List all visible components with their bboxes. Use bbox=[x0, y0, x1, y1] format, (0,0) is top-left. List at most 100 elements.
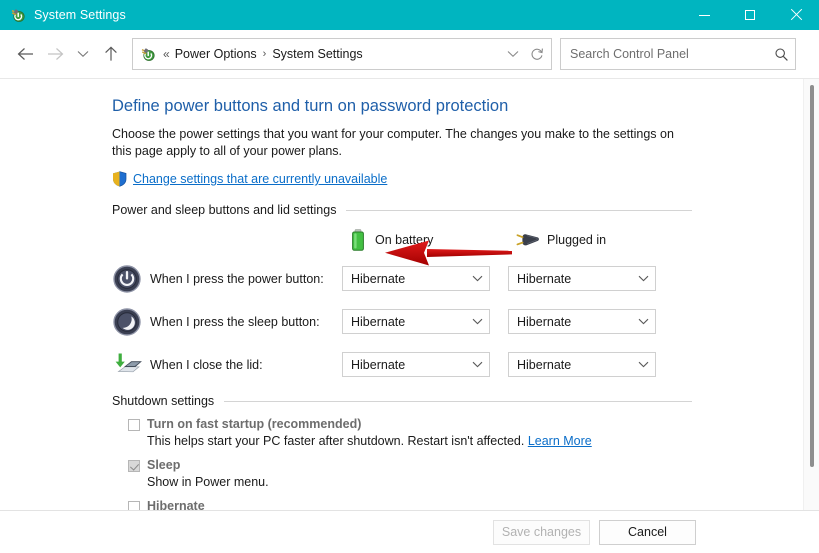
search-box[interactable] bbox=[560, 38, 796, 70]
laptop-lid-icon bbox=[112, 350, 142, 380]
search-icon[interactable] bbox=[774, 47, 789, 62]
power-section-header: Power and sleep buttons and lid settings bbox=[112, 203, 692, 217]
forward-button[interactable] bbox=[40, 39, 70, 69]
previous-locations-button[interactable] bbox=[501, 40, 525, 68]
arrow-right-icon bbox=[47, 48, 63, 60]
maximize-button[interactable] bbox=[727, 0, 773, 30]
window-controls bbox=[681, 0, 819, 30]
chevron-down-icon bbox=[638, 316, 649, 328]
column-on-battery: On battery bbox=[350, 229, 516, 251]
fast-startup-description-text: This helps start your PC faster after sh… bbox=[147, 434, 525, 448]
power-section-title: Power and sleep buttons and lid settings bbox=[112, 203, 337, 217]
sleep-label: Sleep bbox=[147, 458, 181, 472]
close-icon bbox=[790, 9, 802, 21]
sleep-button-label: When I press the sleep button: bbox=[150, 314, 320, 329]
shutdown-options: Turn on fast startup (recommended) This … bbox=[112, 417, 803, 510]
learn-more-link[interactable]: Learn More bbox=[528, 434, 592, 448]
setting-row-power-button: When I press the power button: Hibernate… bbox=[112, 257, 803, 300]
selected-value: Hibernate bbox=[517, 357, 572, 372]
content-area: Define power buttons and turn on passwor… bbox=[0, 78, 819, 510]
system-settings-window: System Settings « Power Options › System… bbox=[0, 0, 819, 553]
chevron-down-icon bbox=[638, 273, 649, 285]
control-panel-power-icon bbox=[10, 7, 26, 23]
power-button-on-battery-select[interactable]: Hibernate bbox=[342, 266, 490, 291]
selected-value: Hibernate bbox=[517, 314, 572, 329]
sleep-button-plugged-in-select[interactable]: Hibernate bbox=[508, 309, 656, 334]
back-button[interactable] bbox=[10, 39, 40, 69]
address-bar-actions bbox=[501, 40, 549, 68]
breadcrumb-item-power-options[interactable]: Power Options bbox=[175, 47, 257, 61]
selected-value: Hibernate bbox=[351, 314, 406, 329]
section-divider bbox=[224, 400, 692, 402]
chevron-down-icon bbox=[77, 51, 89, 58]
on-battery-label: On battery bbox=[375, 233, 434, 247]
selected-value: Hibernate bbox=[351, 357, 406, 372]
minimize-icon bbox=[698, 14, 710, 16]
page-description: Choose the power settings that you want … bbox=[112, 127, 674, 158]
maximize-icon bbox=[745, 10, 755, 20]
chevron-down-icon bbox=[638, 359, 649, 371]
chevron-down-icon bbox=[507, 51, 519, 58]
plugged-in-label: Plugged in bbox=[547, 233, 607, 247]
sleep-button-icon bbox=[112, 307, 142, 337]
recent-locations-button[interactable] bbox=[70, 39, 96, 69]
power-button-plugged-in-select[interactable]: Hibernate bbox=[508, 266, 656, 291]
checkbox-row-sleep: Sleep bbox=[112, 458, 803, 472]
scrollbar-thumb[interactable] bbox=[810, 85, 814, 467]
minimize-button[interactable] bbox=[681, 0, 727, 30]
breadcrumb-separator: › bbox=[262, 48, 267, 60]
setting-row-close-lid: When I close the lid: Hibernate Hibernat… bbox=[112, 343, 803, 386]
power-button-icon bbox=[112, 264, 142, 294]
sleep-description: Show in Power menu. bbox=[147, 475, 269, 489]
control-panel-power-icon bbox=[140, 46, 156, 62]
page-title: Define power buttons and turn on passwor… bbox=[112, 97, 509, 115]
column-headers: On battery Plugged in bbox=[112, 223, 803, 257]
breadcrumb-item-system-settings[interactable]: System Settings bbox=[272, 47, 362, 61]
refresh-icon bbox=[531, 48, 543, 60]
close-lid-plugged-in-select[interactable]: Hibernate bbox=[508, 352, 656, 377]
close-lid-label: When I close the lid: bbox=[150, 357, 263, 372]
checkbox-row-hibernate: Hibernate bbox=[112, 499, 803, 510]
chevron-down-icon bbox=[472, 359, 483, 371]
close-lid-on-battery-select[interactable]: Hibernate bbox=[342, 352, 490, 377]
power-button-label: When I press the power button: bbox=[150, 271, 324, 286]
save-changes-button[interactable]: Save changes bbox=[493, 519, 590, 545]
sleep-checkbox[interactable] bbox=[128, 460, 140, 472]
column-plugged-in: Plugged in bbox=[516, 231, 682, 249]
section-divider bbox=[346, 209, 692, 211]
hibernate-label: Hibernate bbox=[147, 499, 205, 510]
settings-page: Define power buttons and turn on passwor… bbox=[0, 79, 803, 510]
arrow-left-icon bbox=[17, 48, 33, 60]
close-button[interactable] bbox=[773, 0, 819, 30]
battery-icon bbox=[350, 229, 366, 251]
fast-startup-label: Turn on fast startup (recommended) bbox=[147, 417, 362, 431]
address-bar[interactable]: « Power Options › System Settings bbox=[132, 38, 552, 70]
navigation-bar: « Power Options › System Settings bbox=[0, 30, 819, 78]
window-title: System Settings bbox=[34, 8, 126, 22]
setting-row-sleep-button: When I press the sleep button: Hibernate… bbox=[112, 300, 803, 343]
selected-value: Hibernate bbox=[517, 271, 572, 286]
hibernate-checkbox[interactable] bbox=[128, 501, 140, 510]
vertical-scrollbar[interactable] bbox=[803, 79, 819, 510]
title-bar: System Settings bbox=[0, 0, 819, 30]
shutdown-section-title: Shutdown settings bbox=[112, 394, 215, 408]
sleep-button-on-battery-select[interactable]: Hibernate bbox=[342, 309, 490, 334]
breadcrumb-overflow[interactable]: « bbox=[163, 47, 170, 61]
uac-link-row: Change settings that are currently unava… bbox=[112, 171, 803, 187]
checkbox-row-fast-startup: Turn on fast startup (recommended) bbox=[112, 417, 803, 431]
change-settings-link[interactable]: Change settings that are currently unava… bbox=[133, 172, 387, 186]
chevron-down-icon bbox=[472, 273, 483, 285]
refresh-button[interactable] bbox=[525, 40, 549, 68]
arrow-up-icon bbox=[105, 46, 117, 61]
power-plug-icon bbox=[516, 231, 540, 249]
fast-startup-description: This helps start your PC faster after sh… bbox=[147, 433, 803, 449]
search-input[interactable] bbox=[570, 47, 774, 61]
cancel-button[interactable]: Cancel bbox=[599, 519, 696, 545]
selected-value: Hibernate bbox=[351, 271, 406, 286]
chevron-down-icon bbox=[472, 316, 483, 328]
shield-icon bbox=[112, 171, 127, 187]
footer-bar: Save changes Cancel bbox=[0, 510, 819, 553]
shutdown-section-header: Shutdown settings bbox=[112, 394, 692, 408]
up-button[interactable] bbox=[96, 39, 126, 69]
fast-startup-checkbox[interactable] bbox=[128, 419, 140, 431]
